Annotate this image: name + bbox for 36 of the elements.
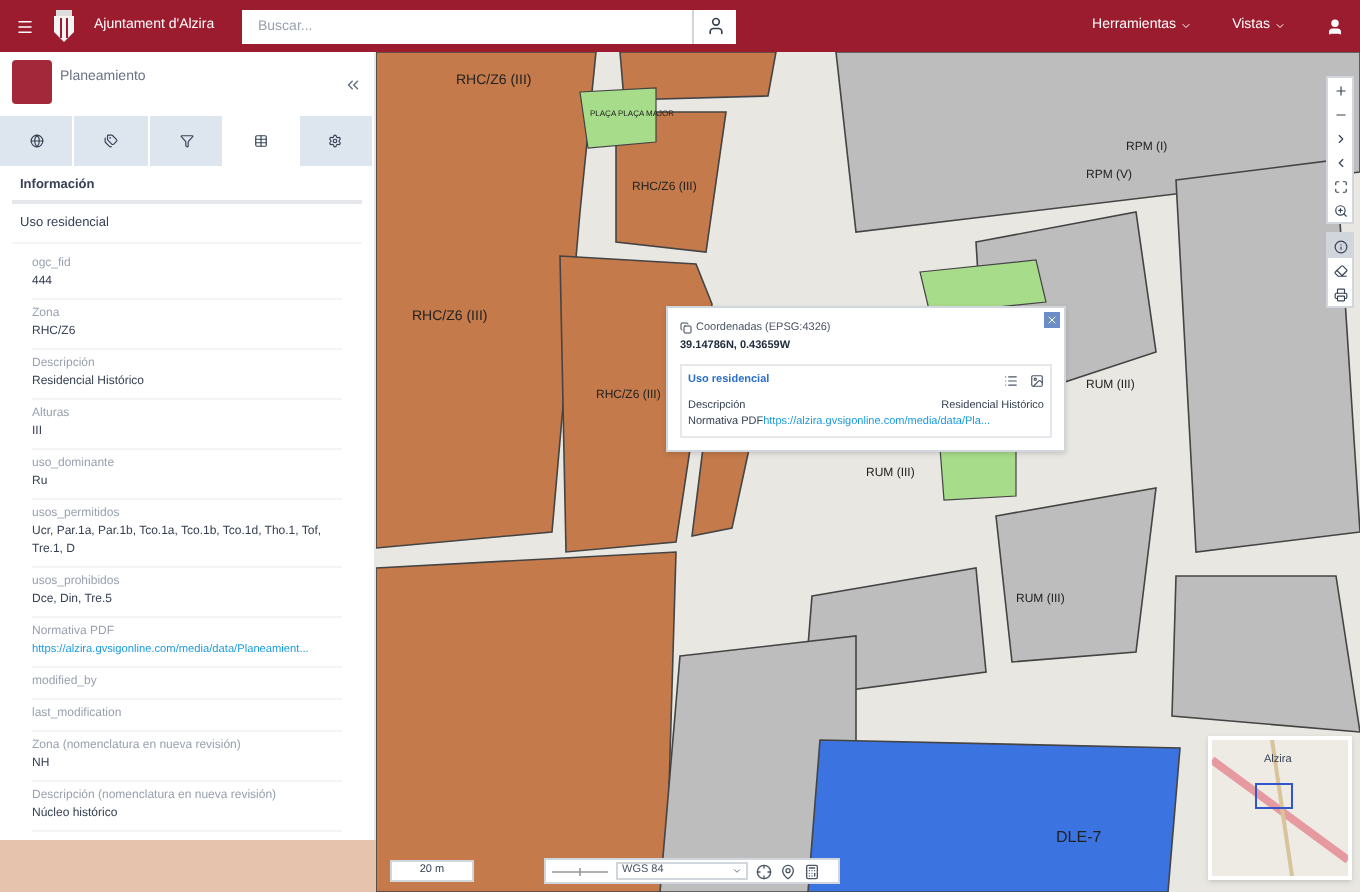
caret-icon bbox=[732, 866, 742, 876]
caret-icon bbox=[1180, 20, 1193, 32]
minimap-drawing bbox=[1212, 740, 1348, 876]
chevron-left-icon bbox=[1333, 155, 1347, 169]
table-icon bbox=[253, 134, 268, 148]
expand-icon bbox=[1333, 179, 1347, 193]
user-icon[interactable] bbox=[1326, 17, 1344, 35]
settings-icon bbox=[328, 134, 343, 148]
chevron-right-icon bbox=[1333, 131, 1347, 145]
calculator-icon[interactable] bbox=[804, 863, 820, 879]
caret-icon bbox=[1274, 20, 1286, 32]
print-icon bbox=[1333, 287, 1347, 301]
collapse-icon[interactable] bbox=[344, 76, 362, 94]
map-view[interactable] bbox=[376, 52, 1360, 892]
pin-icon[interactable] bbox=[780, 863, 796, 879]
image-icon[interactable] bbox=[1030, 374, 1044, 388]
person-icon bbox=[705, 16, 725, 36]
close-button[interactable] bbox=[1044, 312, 1060, 328]
list-icon[interactable] bbox=[1004, 374, 1018, 388]
search-button[interactable] bbox=[692, 9, 736, 43]
zoom-in-icon bbox=[1333, 203, 1347, 217]
eraser-icon bbox=[1333, 263, 1347, 277]
layer-logo-icon bbox=[12, 60, 52, 104]
info-icon bbox=[1333, 239, 1347, 253]
coat-of-arms-icon bbox=[50, 8, 78, 44]
slider-drawing[interactable] bbox=[552, 865, 608, 877]
tags-icon bbox=[104, 134, 119, 148]
filter-icon bbox=[179, 134, 194, 148]
copy-icon[interactable] bbox=[680, 322, 692, 335]
map-label: DLE-7 bbox=[1056, 826, 1102, 850]
menu-icon[interactable] bbox=[16, 17, 34, 35]
print-button[interactable] bbox=[1328, 282, 1352, 306]
globe-icon bbox=[29, 134, 44, 148]
info-button[interactable] bbox=[1328, 234, 1352, 258]
plus-icon bbox=[1333, 83, 1347, 97]
locate-icon[interactable] bbox=[756, 863, 772, 879]
